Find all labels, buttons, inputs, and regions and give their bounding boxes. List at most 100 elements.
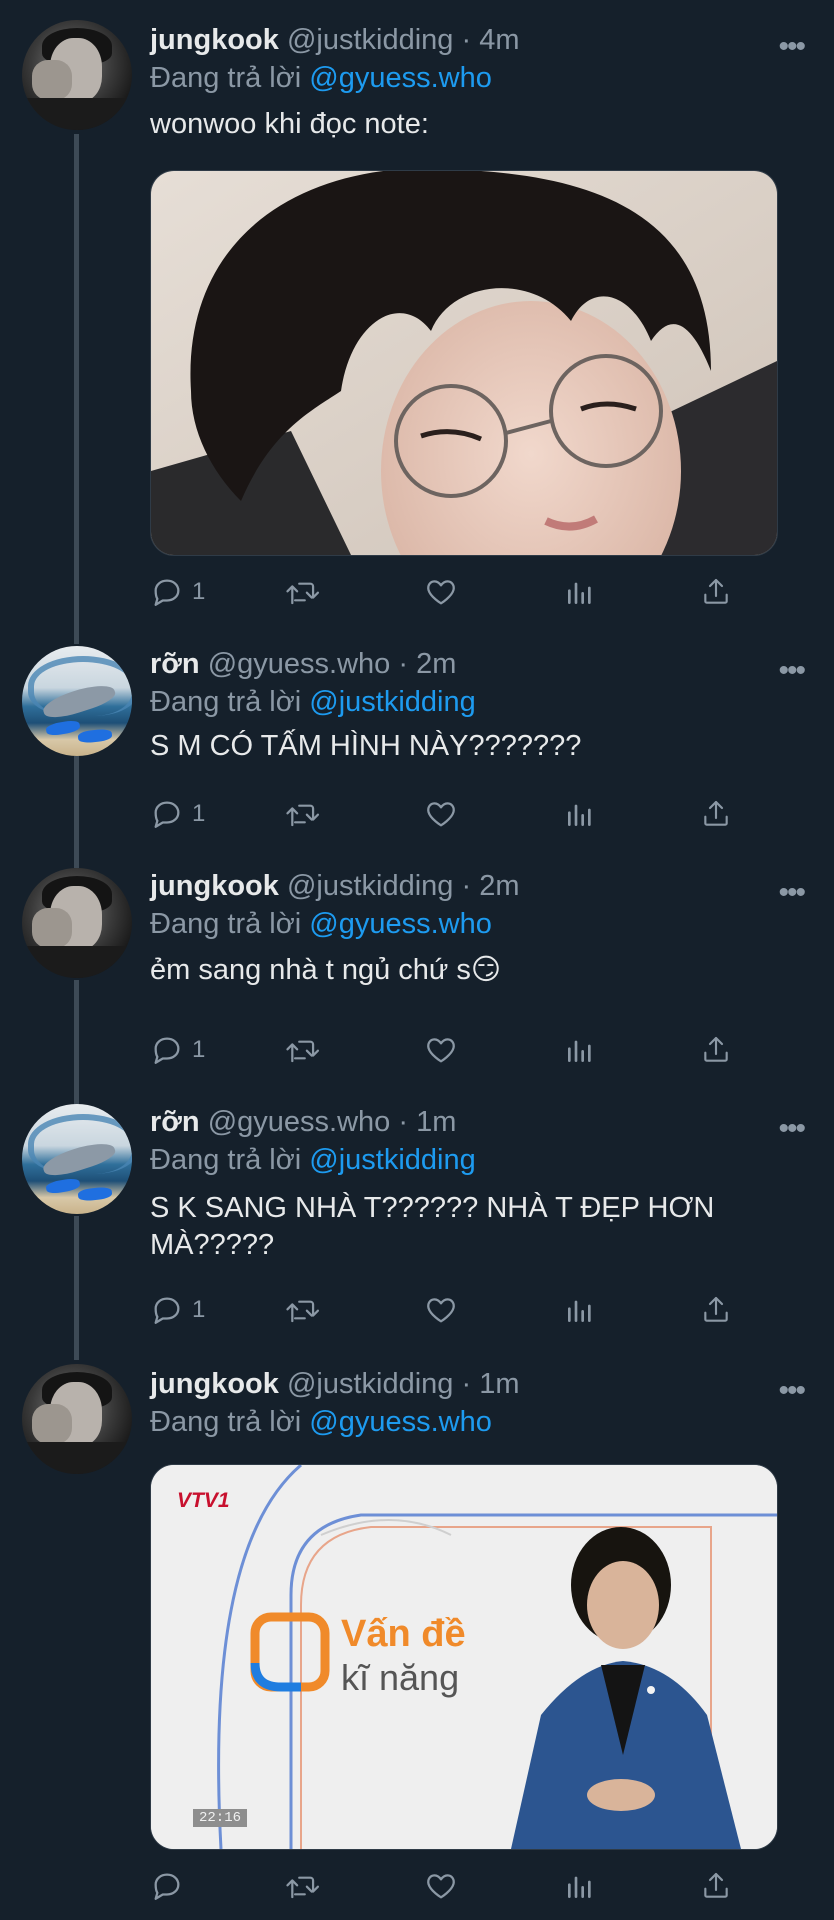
retweet-button[interactable] <box>284 1866 320 1906</box>
share-button[interactable] <box>700 572 732 612</box>
tweet[interactable]: rỡn @gyuess.who · 2m ••• Đang trả lời @j… <box>0 624 834 844</box>
heart-icon <box>427 580 455 605</box>
like-button[interactable] <box>424 1866 458 1906</box>
reply-context: Đang trả lời @gyuess.who <box>150 906 492 942</box>
tweet[interactable]: jungkook @justkidding · 4m ••• Đang trả … <box>0 0 834 630</box>
retweet-icon <box>286 804 320 827</box>
photo-image <box>151 171 777 555</box>
reply-button[interactable]: 1 <box>150 572 205 612</box>
action-bar <box>150 1866 750 1906</box>
tweet[interactable]: jungkook @justkidding · 2m ••• Đang trả … <box>0 846 834 1076</box>
tweet-text: wonwoo khi đọc note: <box>150 108 429 140</box>
timestamp[interactable]: 4m <box>479 24 519 56</box>
action-bar: 1 <box>150 572 750 612</box>
more-icon[interactable]: ••• <box>778 654 805 688</box>
retweet-icon <box>286 1300 320 1323</box>
avatar[interactable] <box>22 1364 132 1474</box>
display-name[interactable]: rỡn <box>150 648 200 680</box>
display-name[interactable]: jungkook <box>150 1368 279 1400</box>
reply-context: Đang trả lời @justkidding <box>150 1142 476 1178</box>
share-button[interactable] <box>700 1290 732 1330</box>
views-button[interactable] <box>564 794 596 834</box>
reply-mention[interactable]: @justkidding <box>309 686 475 718</box>
timestamp[interactable]: 2m <box>416 648 456 680</box>
user-handle[interactable]: @justkidding <box>287 24 453 56</box>
avatar[interactable] <box>22 646 132 756</box>
reply-mention[interactable]: @gyuess.who <box>309 1406 492 1438</box>
share-icon <box>704 1296 728 1322</box>
tweet-text: S M CÓ TẤM HÌNH NÀY??????? <box>150 730 582 762</box>
reply-label: Đang trả lời <box>150 908 302 940</box>
more-icon[interactable]: ••• <box>778 876 805 910</box>
share-icon <box>704 578 728 604</box>
views-button[interactable] <box>564 572 596 612</box>
reply-mention[interactable]: @gyuess.who <box>309 62 492 94</box>
retweet-icon <box>286 1040 320 1063</box>
reply-count: 1 <box>192 1296 206 1323</box>
more-icon[interactable]: ••• <box>778 30 805 64</box>
like-button[interactable] <box>424 1030 458 1070</box>
reply-button[interactable]: 1 <box>150 1290 205 1330</box>
reply-label: Đang trả lời <box>150 62 302 94</box>
heart-icon <box>427 1038 455 1063</box>
reply-mention[interactable]: @gyuess.who <box>309 908 492 940</box>
tweet-header: jungkook @justkidding · 1m <box>150 1366 520 1402</box>
tweet-text: ẻm sang nhà t ngủ chứ s😏 <box>150 954 502 986</box>
share-icon <box>704 1036 728 1062</box>
timestamp[interactable]: 2m <box>479 870 519 902</box>
timestamp[interactable]: 1m <box>479 1368 519 1400</box>
views-button[interactable] <box>564 1030 596 1070</box>
separator-dot: · <box>398 1106 409 1138</box>
tweet-video-still[interactable]: VTV1 Vấn đề kĩ năng 22:16 <box>150 1464 778 1850</box>
views-button[interactable] <box>564 1866 596 1906</box>
like-button[interactable] <box>424 794 458 834</box>
reply-count: 1 <box>192 578 206 605</box>
reply-count: 1 <box>192 800 206 827</box>
reply-icon <box>154 801 180 828</box>
reply-mention[interactable]: @justkidding <box>309 1144 475 1176</box>
more-icon[interactable]: ••• <box>778 1374 805 1408</box>
tweet-header: jungkook @justkidding · 4m <box>150 22 520 58</box>
tv-frame-image <box>151 1465 777 1849</box>
tweet-header: rỡn @gyuess.who · 2m <box>150 646 456 682</box>
reply-label: Đang trả lời <box>150 1144 302 1176</box>
display-name[interactable]: rỡn <box>150 1106 200 1138</box>
user-handle[interactable]: @gyuess.who <box>208 648 391 680</box>
retweet-button[interactable] <box>284 1030 320 1070</box>
retweet-button[interactable] <box>284 794 320 834</box>
like-button[interactable] <box>424 1290 458 1330</box>
display-name[interactable]: jungkook <box>150 24 279 56</box>
reply-button[interactable] <box>150 1866 192 1906</box>
share-button[interactable] <box>700 1030 732 1070</box>
reply-icon <box>154 1037 180 1064</box>
avatar[interactable] <box>22 1104 132 1214</box>
retweet-button[interactable] <box>284 1290 320 1330</box>
user-handle[interactable]: @justkidding <box>287 1368 453 1400</box>
more-icon[interactable]: ••• <box>778 1112 805 1146</box>
views-button[interactable] <box>564 1290 596 1330</box>
views-icon <box>568 582 591 604</box>
like-button[interactable] <box>424 572 458 612</box>
reply-icon <box>154 579 180 606</box>
timestamp[interactable]: 1m <box>416 1106 456 1138</box>
avatar[interactable] <box>22 868 132 978</box>
share-button[interactable] <box>700 1866 732 1906</box>
reply-button[interactable]: 1 <box>150 794 205 834</box>
user-handle[interactable]: @gyuess.who <box>208 1106 391 1138</box>
action-bar: 1 <box>150 1290 750 1330</box>
avatar[interactable] <box>22 20 132 130</box>
retweet-button[interactable] <box>284 572 320 612</box>
user-handle[interactable]: @justkidding <box>287 870 453 902</box>
reply-button[interactable]: 1 <box>150 1030 205 1070</box>
display-name[interactable]: jungkook <box>150 870 279 902</box>
tweet-photo[interactable] <box>150 170 778 556</box>
views-icon <box>568 1300 591 1322</box>
reply-count: 1 <box>192 1036 206 1063</box>
action-bar: 1 <box>150 1030 750 1070</box>
separator-dot: · <box>461 24 472 56</box>
retweet-icon <box>286 1876 320 1899</box>
reply-context: Đang trả lời @gyuess.who <box>150 60 492 96</box>
tweet[interactable]: jungkook @justkidding · 1m ••• Đang trả … <box>0 1344 834 1920</box>
share-button[interactable] <box>700 794 732 834</box>
tweet[interactable]: rỡn @gyuess.who · 1m ••• Đang trả lời @j… <box>0 1082 834 1340</box>
